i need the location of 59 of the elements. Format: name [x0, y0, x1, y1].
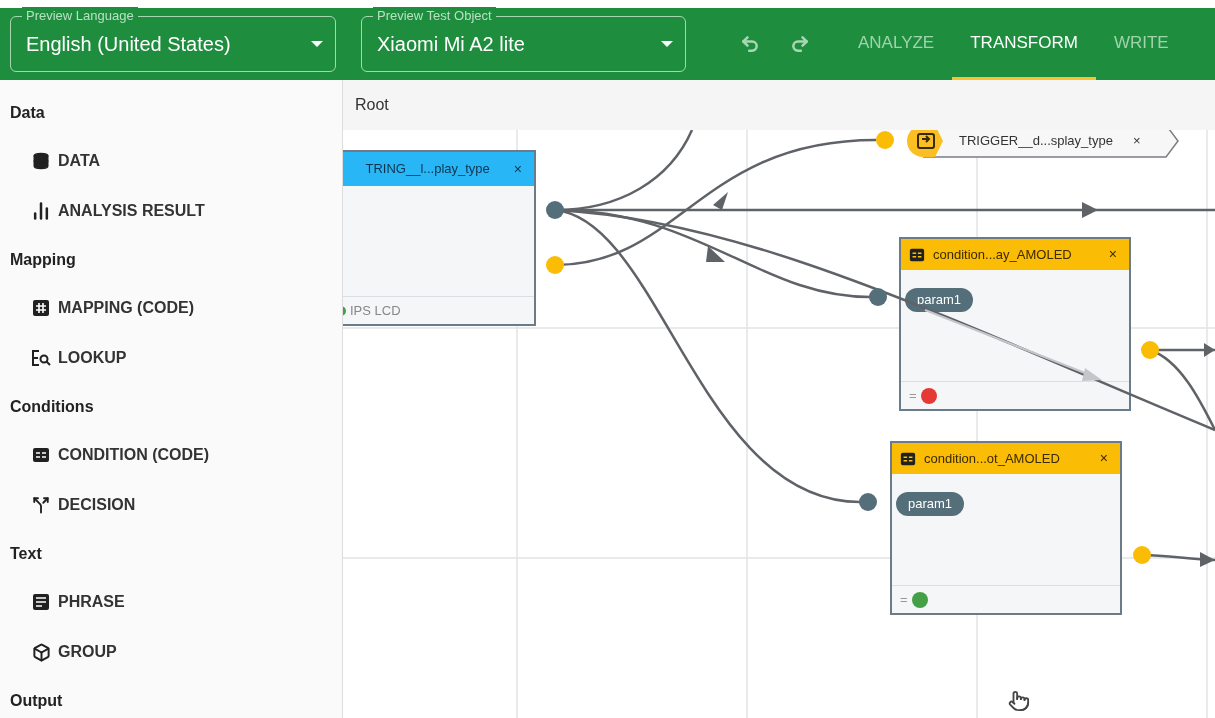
field-value: Xiaomi Mi A2 lite [377, 32, 526, 57]
item-label: ANALYSIS RESULT [58, 201, 205, 221]
field-value: English (United States) [26, 32, 232, 57]
palette-item[interactable]: DATA [0, 136, 342, 186]
node-title: TRIGGER__d...splay_type [959, 132, 1113, 151]
redo-icon [790, 34, 810, 54]
list-icon [909, 246, 925, 263]
section-heading: Data [10, 102, 45, 123]
item-label: GROUP [58, 642, 117, 662]
param-pill[interactable]: param1 [896, 492, 965, 516]
string-node[interactable]: TRING__l...play_type × IPS LCD [343, 150, 536, 326]
item-label: LOOKUP [58, 348, 127, 368]
close-button[interactable]: × [1108, 244, 1117, 265]
node-title: condition...ay_AMOLED [933, 245, 1073, 264]
item-label: MAPPING (CODE) [58, 298, 194, 318]
trigger-node[interactable]: TRIGGER__d...splay_type × [905, 130, 1180, 158]
list-icon [900, 450, 916, 467]
database-icon [32, 152, 50, 170]
section-heading: Conditions [10, 396, 94, 417]
list-icon [32, 446, 50, 464]
condition-node[interactable]: condition...ay_AMOLED × param1 = [899, 237, 1131, 411]
breadcrumb[interactable]: Root [355, 93, 389, 117]
section-heading: Mapping [10, 249, 76, 270]
node-title: TRING__l...play_type [365, 160, 490, 179]
palette-item[interactable]: MAPPING (CODE) [0, 283, 342, 333]
palette-item[interactable]: GROUP [0, 627, 342, 677]
param-pill[interactable]: param1 [905, 288, 974, 312]
item-label: PHRASE [58, 592, 125, 612]
equals-sign: = [909, 386, 917, 405]
item-label: CONDITION (CODE) [58, 445, 210, 465]
palette-item[interactable]: ANALYSIS RESULT [0, 186, 342, 236]
field-label: Preview Language [22, 7, 138, 25]
palette-item[interactable]: PHRASE [0, 577, 342, 627]
equals-sign: = [900, 590, 908, 609]
node-value: IPS LCD [350, 301, 401, 320]
field-label: Preview Test Object [373, 7, 496, 25]
dropdown-icon [660, 40, 674, 48]
import-icon [917, 133, 935, 149]
item-label: DECISION [58, 495, 136, 515]
close-button[interactable]: × [513, 158, 522, 180]
palette-item[interactable]: DECISION [0, 480, 342, 530]
close-button[interactable]: × [1132, 131, 1141, 151]
lookup-icon [31, 349, 51, 367]
palette-item[interactable]: LOOKUP [0, 333, 342, 383]
undo-icon [740, 34, 760, 54]
dropdown-icon [310, 40, 324, 48]
cube-icon [31, 642, 51, 662]
condition-node[interactable]: condition...ot_AMOLED × param1 = [890, 441, 1122, 615]
palette-item[interactable]: CONDITION (CODE) [0, 430, 342, 480]
item-label: DATA [58, 151, 101, 171]
section-heading: Text [10, 543, 42, 564]
node-title: condition...ot_AMOLED [924, 449, 1061, 468]
hand-cursor-icon [1008, 690, 1030, 712]
close-button[interactable]: × [1099, 448, 1108, 469]
fork-icon [32, 496, 50, 514]
hash-icon [32, 299, 50, 317]
section-heading: Output [10, 690, 63, 711]
bar-chart-icon [31, 201, 51, 221]
document-icon [32, 593, 50, 611]
